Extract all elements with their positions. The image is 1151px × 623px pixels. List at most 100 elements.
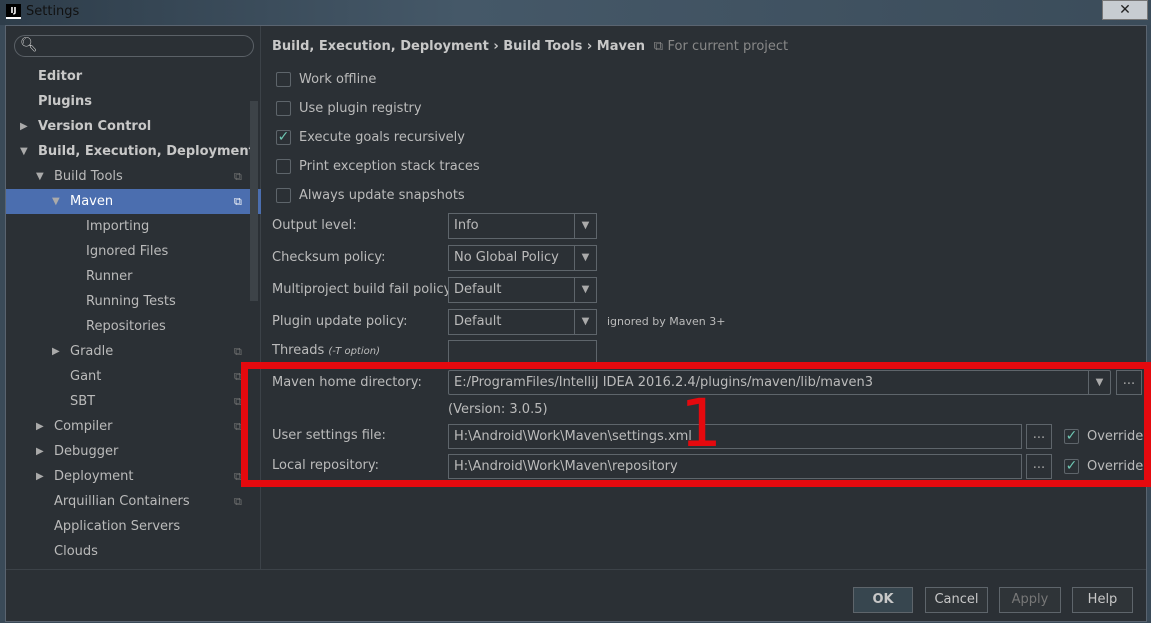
sidebar-scrollbar[interactable] xyxy=(250,101,258,301)
intellij-app-icon: IJ xyxy=(6,4,21,19)
sidebar-item-sbt[interactable]: SBT ⧉ xyxy=(6,389,250,414)
sidebar-item-label: Editor xyxy=(38,69,83,84)
sidebar-item-label: Arquillian Containers xyxy=(54,494,190,509)
sidebar-item-label: Runner xyxy=(86,269,133,284)
project-scope-icon: ⧉ xyxy=(234,345,242,358)
sidebar-item-label: Deployment xyxy=(54,469,134,484)
sidebar-item-clouds[interactable]: Clouds xyxy=(6,539,250,564)
sidebar-item-deployment[interactable]: ▶ Deployment ⧉ xyxy=(6,464,250,489)
chevron-down-icon[interactable]: ▼ xyxy=(574,214,596,238)
chevron-down-icon[interactable]: ▼ xyxy=(574,310,596,334)
threads-hint: (-T option) xyxy=(328,346,380,357)
checkbox-always-update-snapshots[interactable]: Always update snapshots xyxy=(276,185,465,205)
sidebar-item-build-tools[interactable]: ▼ Build Tools ⧉ xyxy=(6,164,250,189)
help-button[interactable]: Help xyxy=(1072,587,1133,613)
settings-tree: Editor Plugins ▶ Version Control ▼ Build, Exe… xyxy=(6,64,261,564)
sidebar-item-label: Application Servers xyxy=(54,519,181,534)
collapsed-arrow-icon[interactable]: ▶ xyxy=(36,464,44,489)
checkbox-icon xyxy=(276,158,291,174)
chevron-down-icon[interactable]: ▼ xyxy=(574,278,596,302)
output-level-label: Output level: xyxy=(272,218,357,233)
checkbox-checked-icon: ✓ xyxy=(276,128,291,145)
checksum-policy-label: Checksum policy: xyxy=(272,250,386,265)
search-input[interactable]: 🔍︎ xyxy=(14,35,254,57)
checkbox-label: Execute goals recursively xyxy=(299,129,465,145)
sidebar-item-importing[interactable]: Importing xyxy=(6,214,250,239)
sidebar-item-label: SBT xyxy=(70,394,96,409)
checkbox-label: Print exception stack traces xyxy=(299,158,480,174)
sidebar-item-label: Clouds xyxy=(54,544,98,559)
sidebar-item-gant[interactable]: Gant ⧉ xyxy=(6,364,250,389)
checkbox-label: Use plugin registry xyxy=(299,100,422,116)
plugin-update-policy-note: ignored by Maven 3+ xyxy=(607,315,726,328)
collapsed-arrow-icon[interactable]: ▶ xyxy=(36,414,44,439)
sidebar-item-version-control[interactable]: ▶ Version Control xyxy=(6,114,250,139)
sidebar-item-maven[interactable]: ▼ Maven ⧉ xyxy=(6,189,261,214)
sidebar-item-label: Ignored Files xyxy=(86,244,169,259)
sidebar-item-label: Compiler xyxy=(54,419,113,434)
breadcrumb-item: Build, Execution, Deployment xyxy=(272,39,489,54)
breadcrumb: Build, Execution, Deployment › Build Too… xyxy=(272,39,788,54)
sidebar-item-editor[interactable]: Editor xyxy=(6,64,250,89)
checksum-policy-select[interactable]: No Global Policy ▼ xyxy=(448,245,597,271)
window-title: Settings xyxy=(26,4,80,19)
sidebar-item-repositories[interactable]: Repositories xyxy=(6,314,250,339)
sidebar-item-application-servers[interactable]: Application Servers xyxy=(6,514,250,539)
output-level-select[interactable]: Info ▼ xyxy=(448,213,597,239)
checkbox-use-plugin-registry[interactable]: Use plugin registry xyxy=(276,98,422,118)
collapsed-arrow-icon[interactable]: ▶ xyxy=(52,339,60,364)
cancel-button[interactable]: Cancel xyxy=(925,587,988,613)
close-button[interactable]: ✕ xyxy=(1102,0,1148,20)
plugin-update-policy-select[interactable]: Default ▼ xyxy=(448,309,597,335)
checkbox-icon xyxy=(276,187,291,203)
maven-settings-panel: Build, Execution, Deployment › Build Too… xyxy=(262,26,1146,569)
checkbox-execute-goals-recursively[interactable]: ✓ Execute goals recursively xyxy=(276,127,465,147)
sidebar-item-running-tests[interactable]: Running Tests xyxy=(6,289,250,314)
selected-value: Default xyxy=(454,314,502,329)
threads-label-text: Threads xyxy=(272,343,325,358)
sidebar-item-gradle[interactable]: ▶ Gradle ⧉ xyxy=(6,339,250,364)
for-current-project-label: For current project xyxy=(667,39,789,54)
sidebar-item-plugins[interactable]: Plugins xyxy=(6,89,250,114)
plugin-update-policy-label: Plugin update policy: xyxy=(272,314,408,329)
multiproject-build-fail-policy-label: Multiproject build fail policy: xyxy=(272,282,455,297)
ok-button[interactable]: OK xyxy=(853,587,913,613)
selected-value: No Global Policy xyxy=(454,250,559,265)
expanded-arrow-icon[interactable]: ▼ xyxy=(20,139,28,164)
sidebar-item-label: Repositories xyxy=(86,319,166,334)
sidebar-item-build-execution-deployment[interactable]: ▼ Build, Execution, Deployment xyxy=(6,139,255,164)
sidebar-item-label: Maven xyxy=(70,194,114,209)
multiproject-build-fail-policy-select[interactable]: Default ▼ xyxy=(448,277,597,303)
expanded-arrow-icon[interactable]: ▼ xyxy=(36,164,44,189)
title-bar: IJ Settings ✕ xyxy=(0,0,1151,25)
checkbox-work-offline[interactable]: Work offline xyxy=(276,69,376,89)
sidebar-item-runner[interactable]: Runner xyxy=(6,264,250,289)
sidebar-item-label: Importing xyxy=(86,219,150,234)
collapsed-arrow-icon[interactable]: ▶ xyxy=(20,114,28,139)
sidebar-item-label: Build, Execution, Deployment xyxy=(38,144,255,159)
project-scope-icon: ⧉ xyxy=(234,195,242,208)
breadcrumb-separator: › xyxy=(586,39,593,54)
apply-button[interactable]: Apply xyxy=(999,587,1061,613)
sidebar-item-label: Running Tests xyxy=(86,294,176,309)
checkbox-print-exception-stack-traces[interactable]: Print exception stack traces xyxy=(276,156,480,176)
project-scope-icon: ⧉ xyxy=(234,495,242,508)
selected-value: Info xyxy=(454,218,479,233)
threads-label: Threads (-T option) xyxy=(272,343,380,358)
sidebar-item-label: Build Tools xyxy=(54,169,123,184)
expanded-arrow-icon[interactable]: ▼ xyxy=(52,189,60,214)
sidebar-item-compiler[interactable]: ▶ Compiler ⧉ xyxy=(6,414,250,439)
chevron-down-icon[interactable]: ▼ xyxy=(574,246,596,270)
selected-value: Default xyxy=(454,282,502,297)
collapsed-arrow-icon[interactable]: ▶ xyxy=(36,439,44,464)
settings-dialog: 🔍︎ Editor Plugins ▶ Version Control ▼ Build, … xyxy=(5,25,1147,622)
sidebar-item-label: Plugins xyxy=(38,94,92,109)
checkbox-icon xyxy=(276,100,291,116)
sidebar-item-debugger[interactable]: ▶ Debugger xyxy=(6,439,250,464)
sidebar-item-ignored-files[interactable]: Ignored Files xyxy=(6,239,250,264)
project-scope-icon: ⧉ xyxy=(234,170,242,183)
sidebar-item-label: Gradle xyxy=(70,344,114,359)
search-icon: 🔍︎ xyxy=(20,37,38,53)
sidebar-item-arquillian-containers[interactable]: Arquillian Containers ⧉ xyxy=(6,489,250,514)
sidebar-item-label: Version Control xyxy=(38,119,152,134)
